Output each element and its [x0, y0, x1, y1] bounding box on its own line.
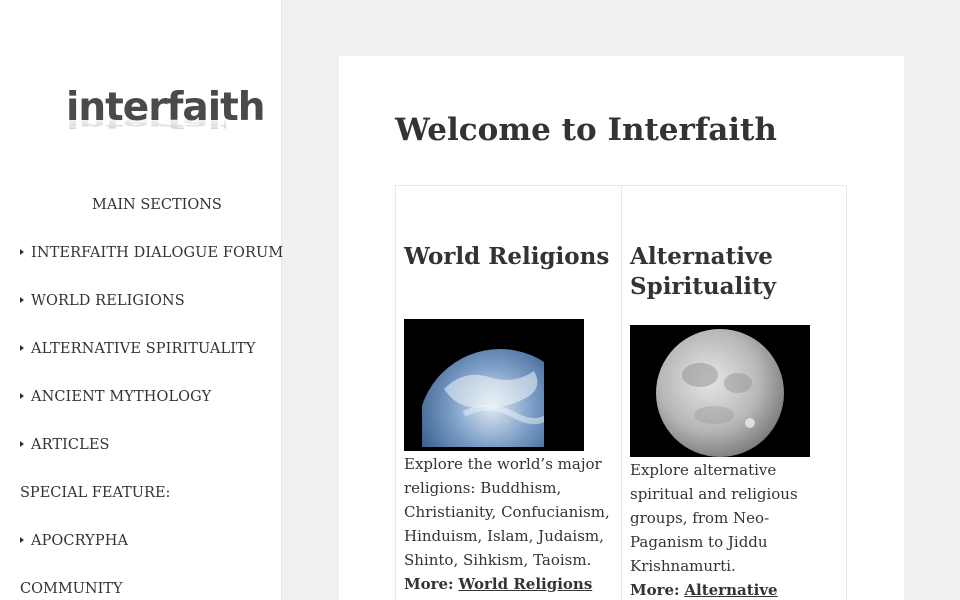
nav-item-articles[interactable]: ARTICLES: [20, 437, 110, 453]
nav-item-label[interactable]: INTERFAITH DIALOGUE FORUM: [31, 245, 283, 261]
nav-item-label[interactable]: APOCRYPHA: [31, 533, 128, 549]
column-description: Explore alternative spiritual and religi…: [630, 458, 842, 600]
nav-item-world-religions[interactable]: WORLD RELIGIONS: [20, 293, 185, 309]
nav-item-alternative-spirituality[interactable]: ALTERNATIVE SPIRITUALITY: [20, 341, 256, 357]
nav-item-interfaith-dialogue-forum[interactable]: INTERFAITH DIALOGUE FORUM: [20, 245, 283, 261]
world-religions-link[interactable]: World Religions: [458, 575, 592, 593]
column-description: Explore the world’s major re­ligions: Bu…: [404, 452, 616, 596]
nav-item-label[interactable]: WORLD RELIGIONS: [31, 293, 185, 309]
arrow-right-icon: [20, 393, 24, 399]
page-title: Welcome to Interfaith: [395, 112, 777, 148]
sidebar: interfaith interfaith MAIN SECTIONS INTE…: [0, 0, 283, 600]
site-logo[interactable]: interfaith interfaith: [66, 88, 266, 140]
description-text: Explore the world’s major re­ligions: Bu…: [404, 455, 610, 569]
alternative-spirituality-cell: Alternative Spirituality Explore alterna…: [622, 186, 848, 600]
column-title: World Religions: [404, 243, 610, 270]
arrow-right-icon: [20, 297, 24, 303]
moon-image: [630, 325, 810, 457]
arrow-right-icon: [20, 441, 24, 447]
nav-heading-community: COMMUNITY: [20, 581, 123, 597]
nav-item-label[interactable]: ARTICLES: [31, 437, 110, 453]
nav-item-label[interactable]: ALTERNATIVE SPIRITUALITY: [31, 341, 256, 357]
more-label: More:: [404, 575, 454, 593]
earth-image: [404, 319, 584, 451]
nav-heading-main-sections: MAIN SECTIONS: [92, 197, 222, 213]
description-text: Explore alternative spiritual and religi…: [630, 461, 798, 575]
sections-table: World Religions Explore the world’s majo…: [395, 185, 847, 600]
nav-item-label[interactable]: ANCIENT MYTHOLOGY: [31, 389, 211, 405]
column-title: Alternative Spirituality: [630, 243, 776, 300]
arrow-right-icon: [20, 249, 24, 255]
logo-reflection: interfaith: [66, 115, 265, 132]
more-label: More:: [630, 581, 680, 599]
arrow-right-icon: [20, 537, 24, 543]
arrow-right-icon: [20, 345, 24, 351]
nav-item-ancient-mythology[interactable]: ANCIENT MYTHOLOGY: [20, 389, 211, 405]
world-religions-cell: World Religions Explore the world’s majo…: [396, 186, 622, 600]
nav-heading-special-feature: SPECIAL FEATURE:: [20, 485, 171, 501]
main-content: Welcome to Interfaith World Religions Ex…: [339, 56, 904, 600]
nav-item-apocrypha[interactable]: APOCRYPHA: [20, 533, 128, 549]
